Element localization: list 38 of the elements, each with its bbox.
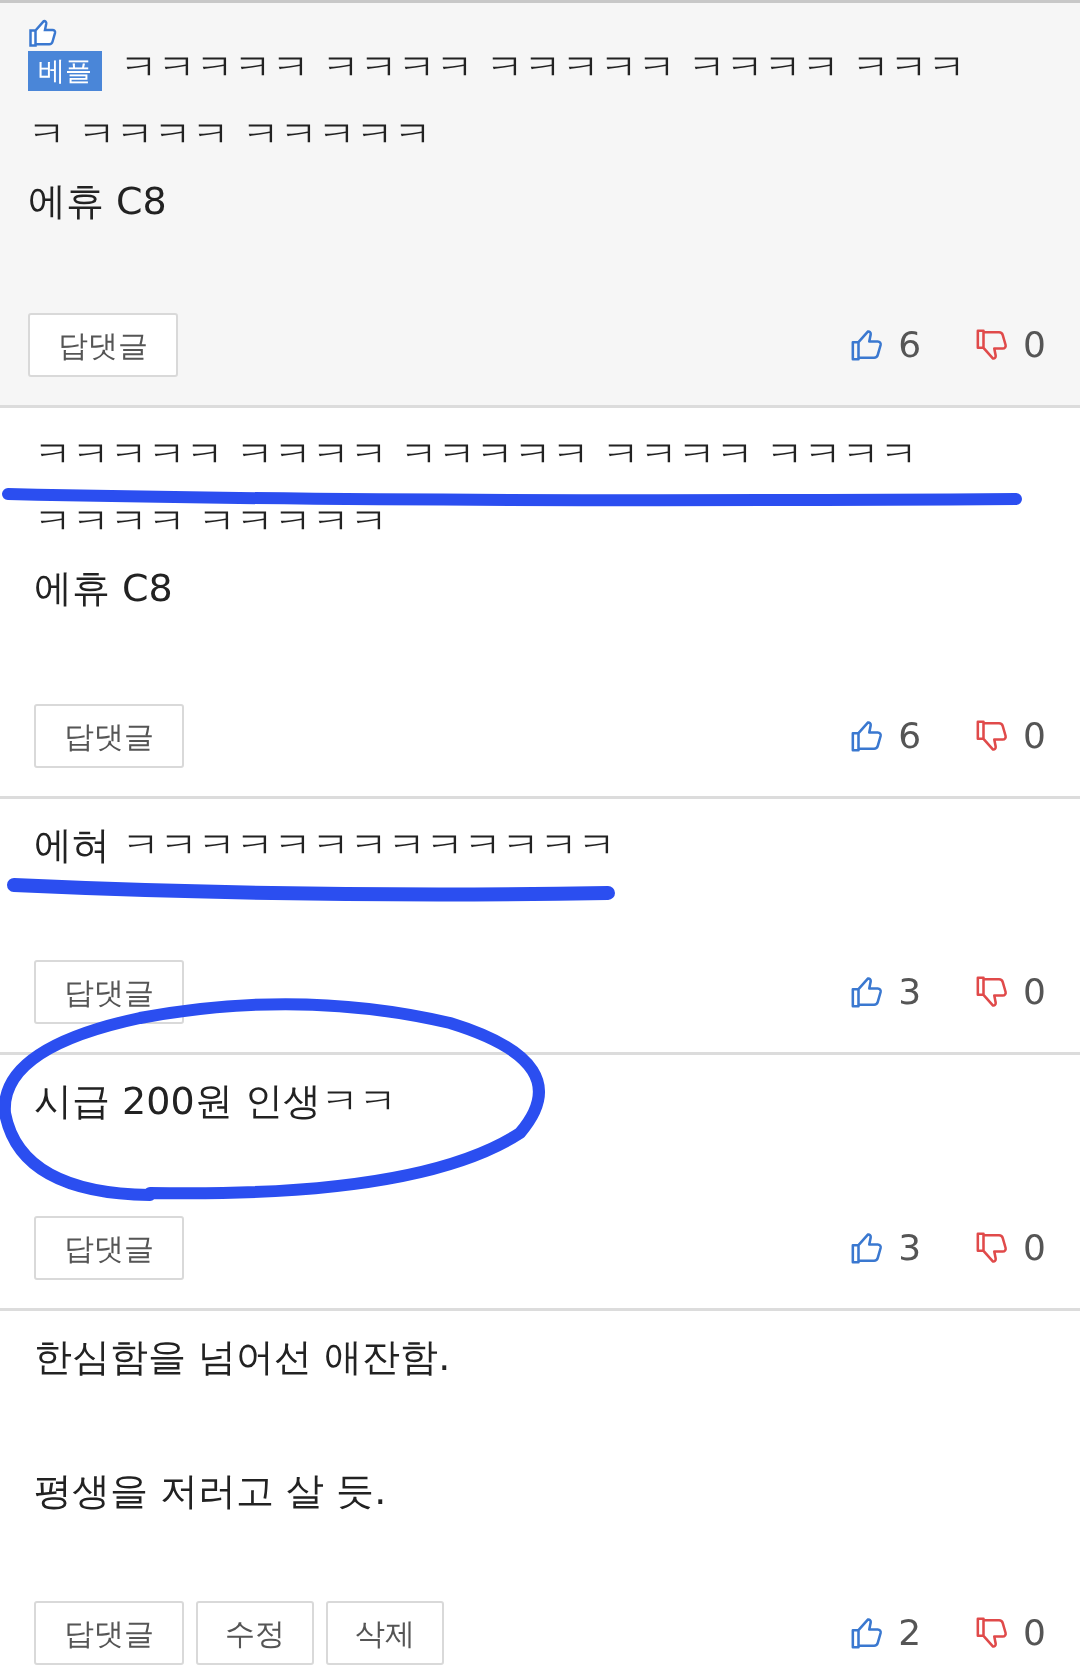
comment-action-button[interactable]: 답댓글 bbox=[34, 704, 184, 768]
like-count: 6 bbox=[898, 323, 922, 367]
like-count: 6 bbox=[898, 714, 922, 758]
thumbs-down-icon[interactable] bbox=[975, 719, 1010, 753]
comment-text: ㅋㅋㅋㅋ ㅋㅋㅋㅋㅋ bbox=[34, 498, 389, 545]
comment-text: 평생을 저러고 살 듯. bbox=[34, 1468, 387, 1515]
comment-text: 에휴 C8 bbox=[28, 178, 167, 225]
thumbs-down-icon[interactable] bbox=[975, 1231, 1010, 1265]
comment-text: 에혀 ㅋㅋㅋㅋㅋㅋㅋㅋㅋㅋㅋㅋㅋ bbox=[34, 822, 617, 869]
comment-text: ㅋㅋㅋㅋㅋ ㅋㅋㅋㅋ ㅋㅋㅋㅋㅋ ㅋㅋㅋㅋ ㅋㅋㅋㅋ bbox=[34, 431, 919, 478]
thumbs-down-icon[interactable] bbox=[975, 1616, 1010, 1650]
like-count: 3 bbox=[898, 1226, 922, 1270]
dislike-count: 0 bbox=[1023, 714, 1046, 758]
dislike-count: 0 bbox=[1023, 323, 1046, 367]
comment-text: 시급 200원 인생ㅋㅋ bbox=[34, 1078, 397, 1125]
comment-action-button[interactable]: 답댓글 bbox=[34, 960, 184, 1024]
thumbs-down-icon[interactable] bbox=[975, 975, 1010, 1009]
comment-text: ㅋㅋㅋㅋㅋ ㅋㅋㅋㅋ ㅋㅋㅋㅋㅋ ㅋㅋㅋㅋ ㅋㅋㅋ bbox=[120, 44, 967, 91]
thumbs-up-icon bbox=[28, 17, 58, 49]
dislike-count: 0 bbox=[1023, 970, 1046, 1014]
comment-action-button[interactable]: 수정 bbox=[196, 1601, 314, 1665]
comment-action-button[interactable]: 답댓글 bbox=[34, 1601, 184, 1665]
thumbs-down-icon[interactable] bbox=[975, 328, 1010, 362]
comment-text: 에휴 C8 bbox=[34, 565, 173, 612]
comment-action-button[interactable]: 삭제 bbox=[326, 1601, 444, 1665]
comment-text: ㅋ ㅋㅋㅋㅋ ㅋㅋㅋㅋㅋ bbox=[28, 111, 433, 158]
like-count: 2 bbox=[898, 1611, 922, 1655]
thumbs-up-icon[interactable] bbox=[850, 1231, 885, 1265]
comment-action-button[interactable]: 답댓글 bbox=[34, 1216, 184, 1280]
like-count: 3 bbox=[898, 970, 922, 1014]
dislike-count: 0 bbox=[1023, 1611, 1046, 1655]
comment-action-button[interactable]: 답댓글 bbox=[28, 313, 178, 377]
comment-text: 한심함을 넘어선 애잔함. bbox=[34, 1334, 451, 1381]
thumbs-up-icon[interactable] bbox=[850, 1616, 885, 1650]
thumbs-up-icon[interactable] bbox=[850, 719, 885, 753]
thumbs-up-icon[interactable] bbox=[850, 328, 885, 362]
dislike-count: 0 bbox=[1023, 1226, 1046, 1270]
thumbs-up-icon[interactable] bbox=[850, 975, 885, 1009]
